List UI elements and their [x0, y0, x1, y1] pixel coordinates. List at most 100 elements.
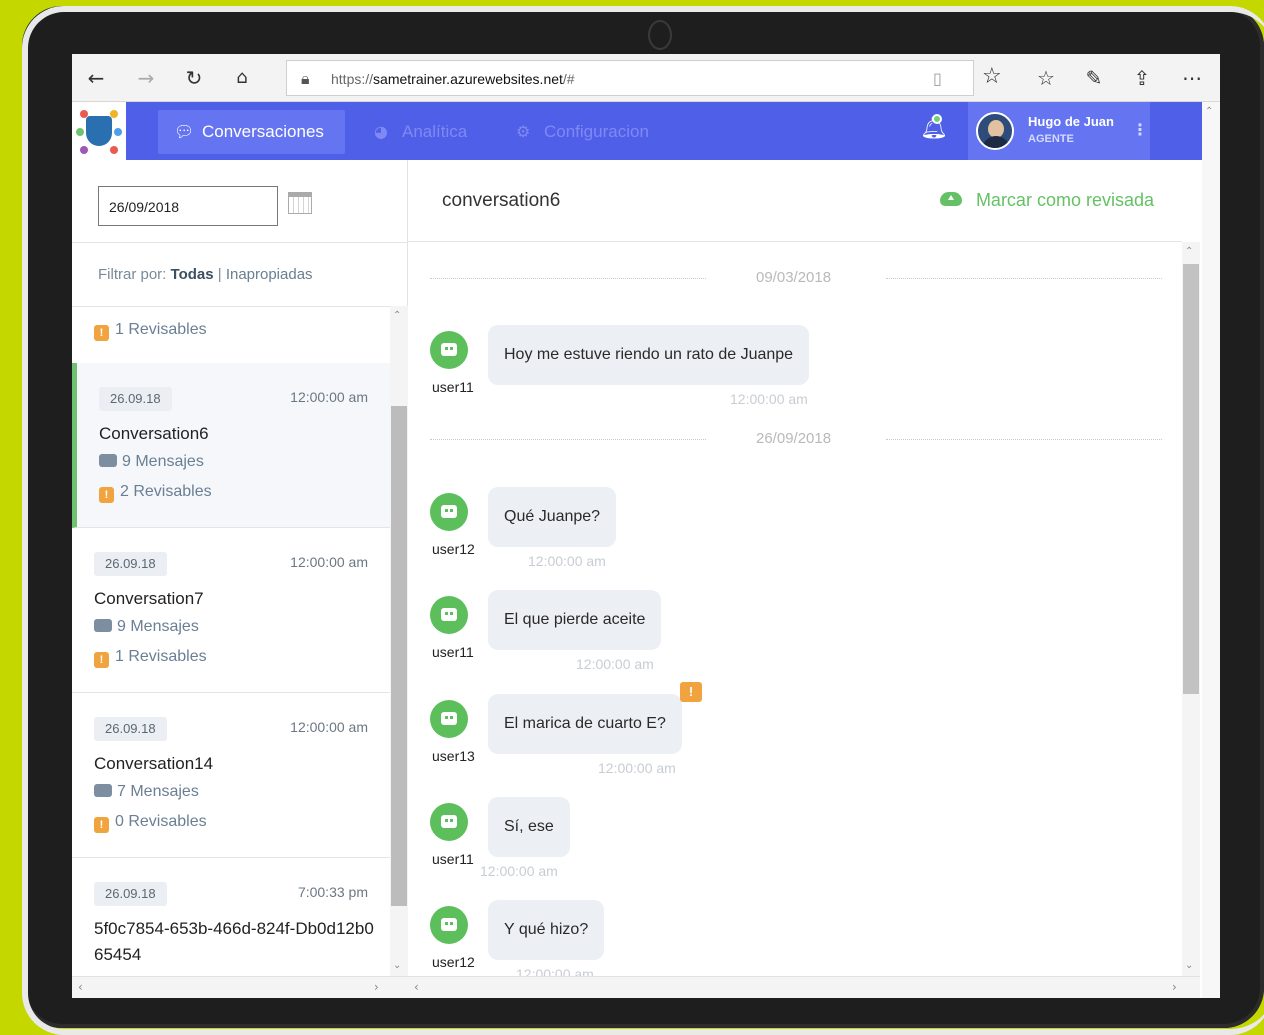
pie-chart-icon: ◕: [374, 122, 388, 141]
app-logo[interactable]: [72, 102, 126, 160]
scroll-right-icon[interactable]: ›: [1172, 980, 1177, 994]
scroll-up-icon[interactable]: ⌃: [1185, 246, 1193, 257]
message-bubble[interactable]: Qué Juanpe?: [488, 487, 617, 547]
conv-title: Conversation14: [94, 754, 214, 773]
page-scrollbar[interactable]: [1202, 102, 1220, 998]
notification-dot: [932, 114, 942, 124]
message: user11 Sí, ese 12:00:00 am: [430, 797, 1130, 887]
mark-reviewed-button[interactable]: Marcar como revisada: [939, 190, 1154, 211]
warning-icon: !: [94, 325, 109, 341]
message-user: user11: [432, 379, 474, 395]
browser-toolbar: ← → ↻ ⌂ 🔒︎ https://sametrainer.azurewebs…: [72, 54, 1220, 102]
conv-messages: 9 Mensajes: [94, 618, 199, 636]
message-bubble[interactable]: Sí, ese: [488, 797, 570, 857]
bot-avatar-icon: [430, 803, 468, 841]
arrow-right-icon[interactable]: →: [134, 66, 158, 90]
scroll-left-icon[interactable]: ‹: [414, 980, 419, 994]
list-item[interactable]: 26.09.18 12:00:00 am Conversation7 9 Men…: [72, 528, 390, 693]
camera-icon: [648, 20, 672, 50]
conv-date: 26.09.18: [94, 717, 167, 741]
arrow-left-icon[interactable]: ←: [84, 66, 108, 90]
nav-analitica[interactable]: ◕ Analítica: [358, 110, 487, 154]
conv-date: 26.09.18: [99, 387, 172, 411]
logo-dot: [80, 110, 88, 118]
list-scrollbar-thumb[interactable]: [391, 406, 407, 906]
message-time: 12:00:00 am: [480, 863, 558, 879]
share-icon[interactable]: ⇪: [1130, 66, 1154, 90]
favorites-list-icon[interactable]: ☆: [1034, 66, 1058, 90]
conv-revisables-label: 1 Revisables: [115, 648, 207, 665]
conv-title: Conversation6: [99, 424, 209, 443]
conv-title: Conversation7: [94, 589, 204, 608]
message-thread: 09/03/2018 user11 Hoy me estuve riendo u…: [408, 243, 1182, 977]
avatar-body: [982, 136, 1010, 148]
filter-separator: |: [213, 266, 226, 283]
day-separator: 09/03/2018: [430, 269, 1162, 289]
list-item[interactable]: 26.09.18 7:00:33 pm 5f0c7854-653b-466d-8…: [72, 858, 390, 976]
conv-time: 12:00:00 am: [290, 719, 368, 735]
star-icon[interactable]: ☆: [982, 64, 1002, 89]
user-role: AGENTE: [1028, 133, 1074, 145]
message-bubble[interactable]: El que pierde aceite: [488, 590, 662, 650]
scroll-up-icon[interactable]: ⌃: [1205, 106, 1213, 117]
scroll-right-icon[interactable]: ›: [374, 980, 379, 994]
scroll-left-icon[interactable]: ‹: [78, 980, 83, 994]
list-item[interactable]: 26.09.18 12:00:00 am Conversation6 9 Men…: [72, 363, 390, 528]
flag-warning-icon[interactable]: !: [680, 682, 702, 702]
date-field[interactable]: 26/09/2018: [98, 186, 278, 226]
reading-view-icon[interactable]: ▯: [933, 69, 942, 88]
message: user11 El que pierde aceite 12:00:00 am: [430, 590, 1130, 680]
conv-time: 7:00:33 pm: [297, 884, 368, 900]
message-time: 12:00:00 am: [576, 656, 654, 672]
scroll-up-icon[interactable]: ⌃: [393, 310, 401, 321]
list-item[interactable]: ! 1 Revisables: [72, 307, 390, 366]
conversation-header: conversation6 Marcar como revisada: [408, 160, 1182, 242]
gear-icon: ⚙: [516, 122, 531, 141]
message-time: 12:00:00 am: [730, 391, 808, 407]
message-time: 12:00:00 am: [598, 760, 676, 776]
horizontal-scrollbar[interactable]: ‹ ›: [408, 976, 1200, 998]
url-host: sametrainer.azurewebsites.net: [373, 71, 563, 87]
message-time: 12:00:00 am: [528, 553, 606, 569]
conv-time: 12:00:00 am: [290, 389, 368, 405]
bot-avatar-icon: [430, 700, 468, 738]
message-bubble[interactable]: El marica de cuarto E?: [488, 694, 682, 754]
cloud-upload-icon: [939, 192, 962, 206]
message: user13 El marica de cuarto E? ! 12:00:00…: [430, 682, 1130, 784]
more-icon[interactable]: ⋯: [1180, 66, 1204, 90]
url-text: https://sametrainer.azurewebsites.net/#: [331, 71, 575, 87]
chat-icon: [94, 784, 112, 797]
scroll-down-icon[interactable]: ⌄: [393, 960, 401, 971]
pen-icon[interactable]: ✎: [1082, 66, 1106, 90]
message-bubble[interactable]: Y qué hizo?: [488, 900, 605, 960]
logo-dot: [110, 146, 118, 154]
message-user: user11: [432, 851, 474, 867]
warning-icon: !: [99, 487, 114, 503]
filter-inappropriate-link[interactable]: Inapropiadas: [226, 266, 313, 283]
thread-scrollbar-thumb[interactable]: [1183, 264, 1199, 694]
nav-configuracion[interactable]: ⚙ Configuracion: [500, 110, 669, 154]
nav-label: Conversaciones: [202, 122, 324, 141]
list-item[interactable]: 26.09.18 12:00:00 am Conversation14 7 Me…: [72, 693, 390, 858]
address-bar[interactable]: 🔒︎ https://sametrainer.azurewebsites.net…: [286, 60, 974, 96]
kebab-menu-icon[interactable]: ⋮: [1132, 120, 1148, 139]
filter-all-link[interactable]: Todas: [171, 266, 214, 283]
calendar-icon[interactable]: [288, 192, 312, 214]
conv-date: 26.09.18: [94, 882, 167, 906]
message-bubble[interactable]: Hoy me estuve riendo un rato de Juanpe: [488, 325, 810, 385]
nav-conversaciones[interactable]: 💬︎ Conversaciones: [158, 110, 345, 154]
avatar: [976, 112, 1014, 150]
message: user11 Hoy me estuve riendo un rato de J…: [430, 325, 1130, 415]
refresh-icon[interactable]: ↻: [182, 66, 206, 90]
mark-reviewed-label: Marcar como revisada: [975, 190, 1154, 210]
bot-avatar-icon: [430, 331, 468, 369]
nav-label: Configuracion: [544, 122, 649, 141]
app-header: 💬︎ Conversaciones ◕ Analítica ⚙ Configur…: [72, 102, 1202, 160]
user-menu[interactable]: Hugo de Juan AGENTE ⋮: [968, 102, 1150, 160]
horizontal-scrollbar[interactable]: ‹ ›: [72, 976, 408, 998]
scroll-down-icon[interactable]: ⌄: [1185, 960, 1193, 971]
conv-revisables: ! 0 Revisables: [94, 813, 207, 833]
url-suffix: /#: [562, 71, 575, 87]
home-icon[interactable]: ⌂: [230, 66, 254, 90]
conv-revisables-label: 0 Revisables: [115, 813, 207, 830]
